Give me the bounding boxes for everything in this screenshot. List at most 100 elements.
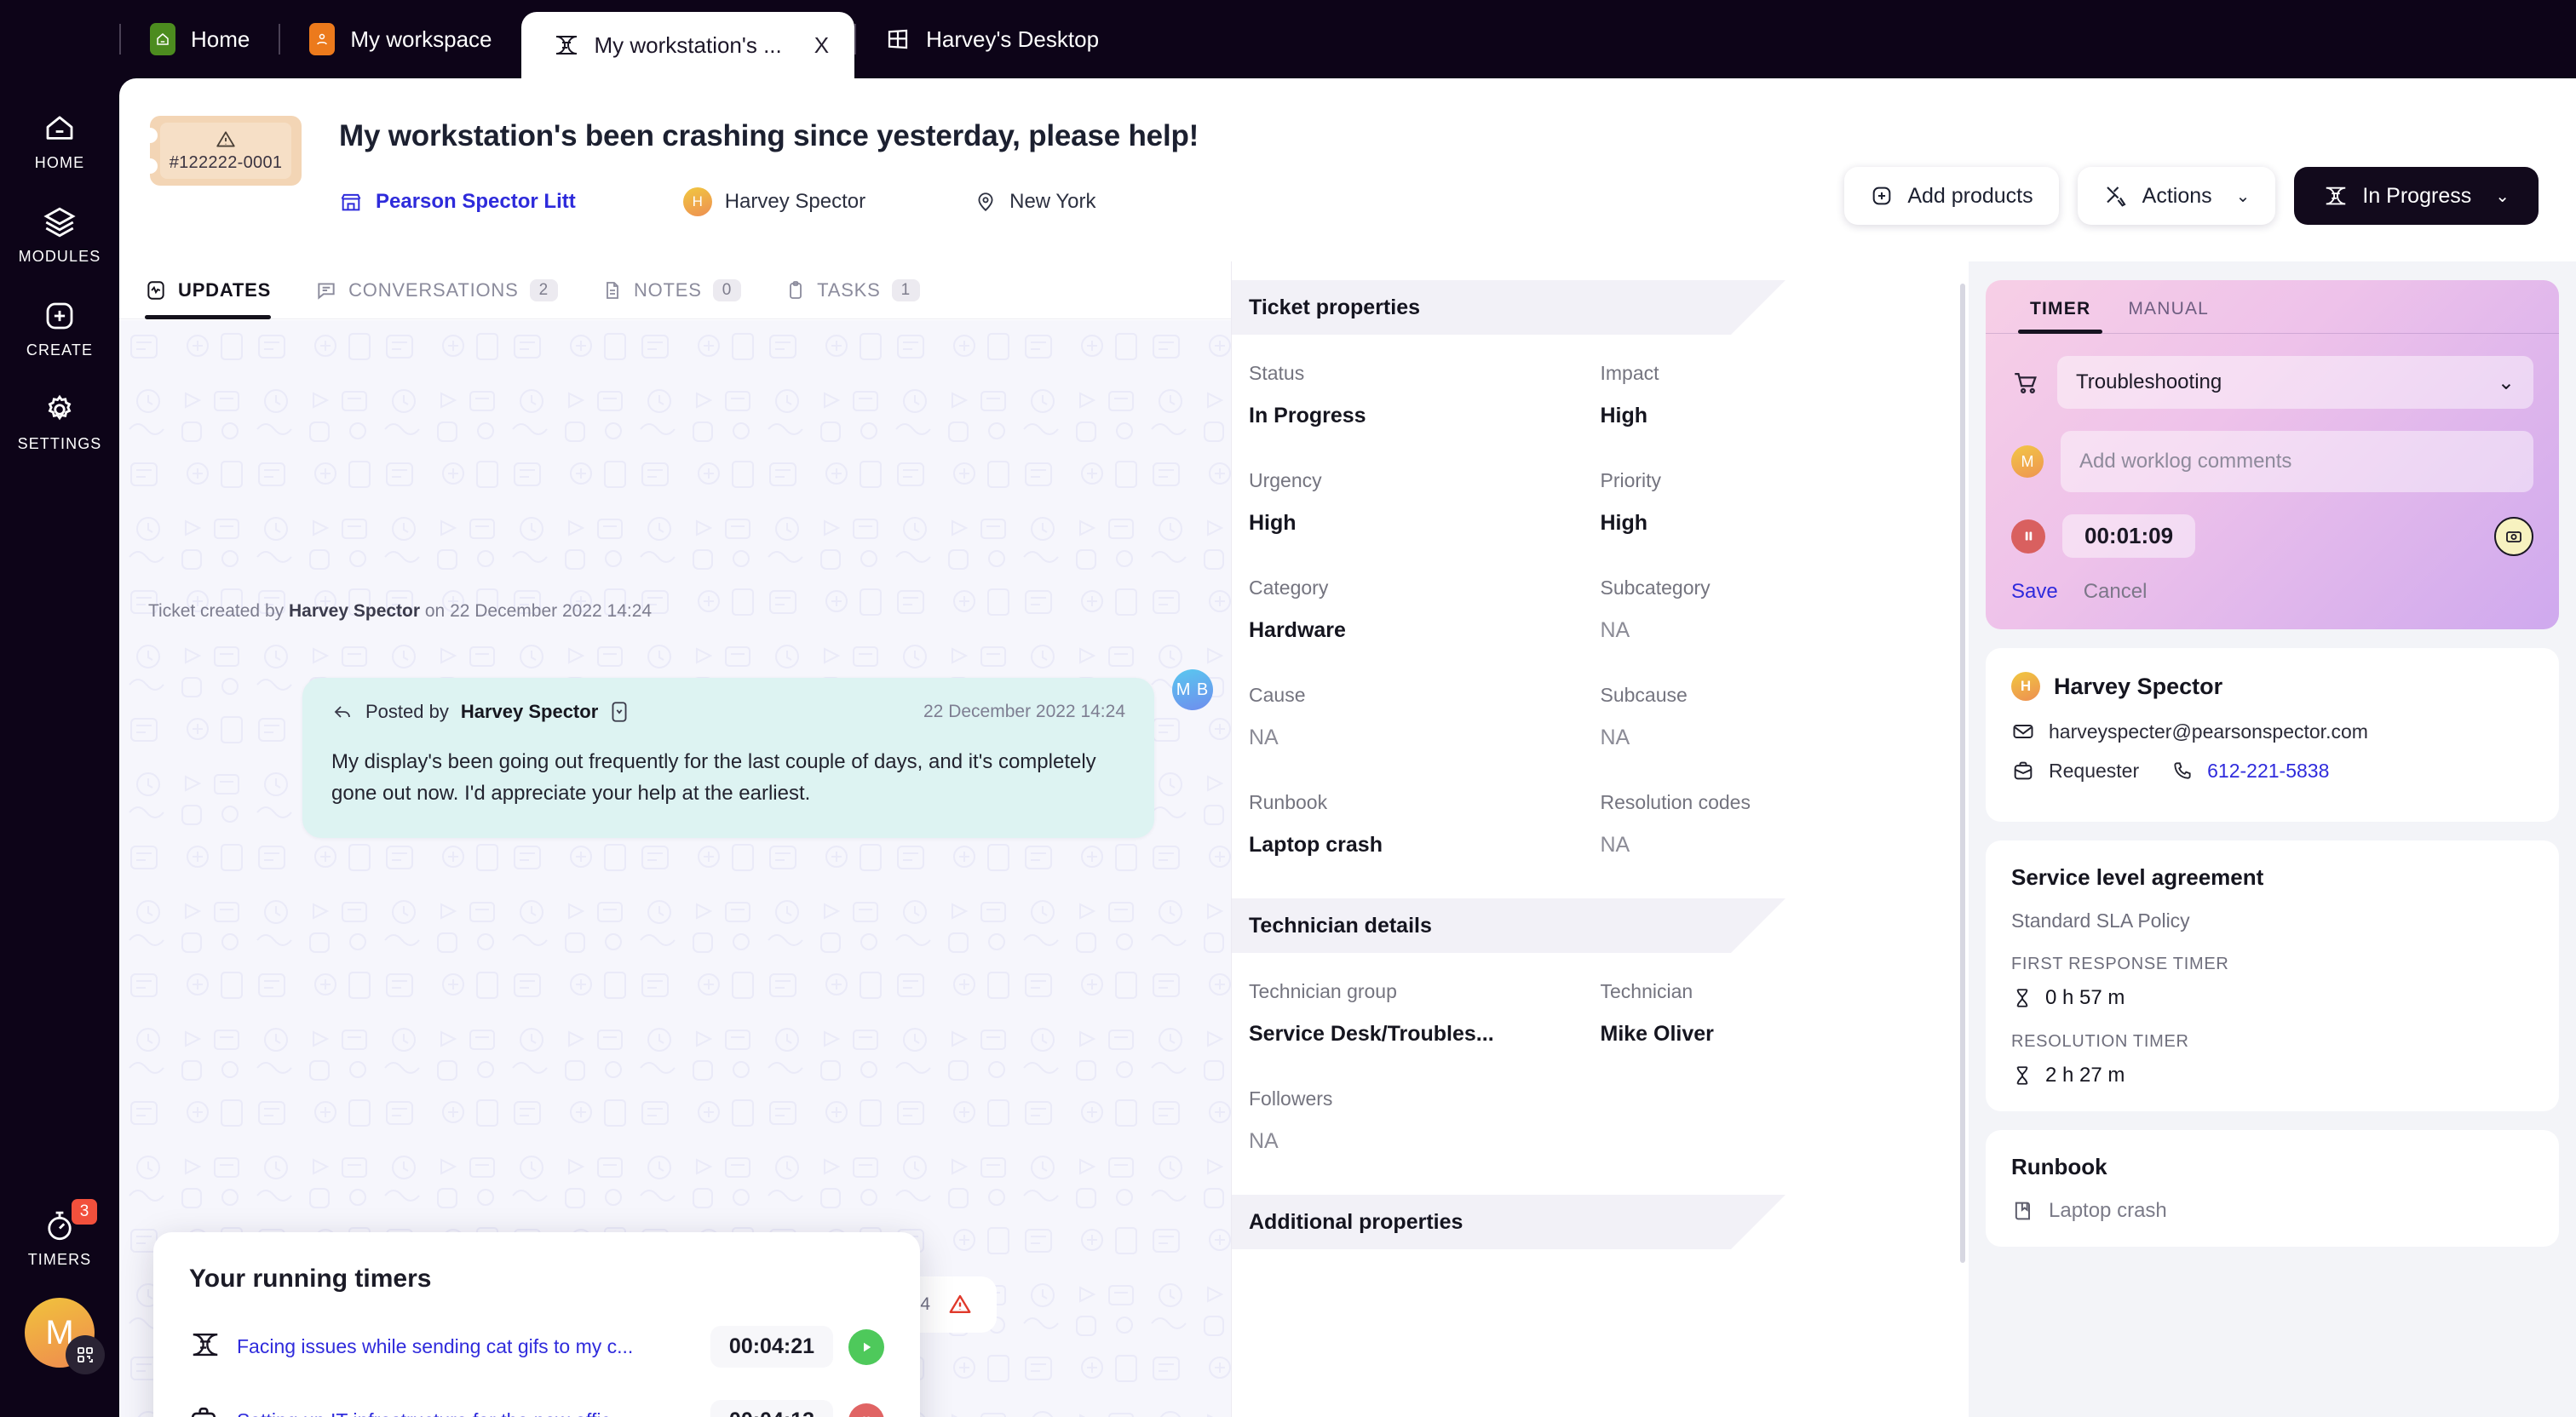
channel-icon[interactable] bbox=[610, 700, 629, 724]
tab-strip: Home My workspace My workstation's ... X… bbox=[119, 0, 1128, 78]
tab-count: 2 bbox=[529, 278, 558, 301]
cancel-button[interactable]: Cancel bbox=[2084, 580, 2148, 604]
timer-row[interactable]: Setting up IT infrastructure for the new… bbox=[189, 1400, 884, 1417]
layers-icon bbox=[43, 207, 76, 238]
sidebar-item-settings[interactable]: SETTINGS bbox=[0, 392, 119, 453]
pause-icon[interactable] bbox=[848, 1403, 884, 1417]
property-label: Urgency bbox=[1249, 469, 1322, 491]
tab-notes[interactable]: NOTES 0 bbox=[580, 261, 763, 319]
browser-tab-my-workspace[interactable]: My workspace bbox=[279, 0, 520, 78]
worklog-avatar: M bbox=[2011, 445, 2044, 478]
browser-tab-bar: Home My workspace My workstation's ... X… bbox=[0, 0, 2576, 78]
sidebar-item-label: MODULES bbox=[18, 248, 101, 265]
worklog-comment-placeholder: Add worklog comments bbox=[2079, 450, 2292, 473]
section-header-additional-properties: Additional properties bbox=[1232, 1195, 1785, 1249]
property-label: Technician group bbox=[1249, 980, 1397, 1002]
gear-icon bbox=[48, 394, 72, 421]
property-value: NA bbox=[1600, 833, 1630, 857]
property-value: Laptop crash bbox=[1249, 833, 1383, 857]
browser-tab-label: My workspace bbox=[350, 26, 492, 52]
property-label: Technician bbox=[1600, 980, 1693, 1002]
property-value: High bbox=[1249, 511, 1297, 535]
requester-name-row: H Harvey Spector bbox=[2011, 672, 2533, 701]
browser-tab-label: Harvey's Desktop bbox=[926, 26, 1100, 52]
property-technician-group: Technician group Service Desk/Troubles..… bbox=[1249, 980, 1601, 1047]
warning-icon bbox=[949, 1294, 971, 1313]
tab-divider bbox=[279, 24, 281, 54]
save-button[interactable]: Save bbox=[2011, 580, 2058, 604]
hourglass-icon bbox=[2016, 1066, 2028, 1085]
tab-manual[interactable]: MANUAL bbox=[2109, 299, 2228, 333]
browser-tab-ticket[interactable]: My workstation's ... X bbox=[520, 12, 855, 78]
contact-chip[interactable]: H Harvey Spector bbox=[682, 187, 866, 216]
property-cause: Cause NA bbox=[1249, 684, 1601, 750]
section-title: Ticket properties bbox=[1249, 295, 1421, 319]
created-author: Harvey Spector bbox=[288, 601, 421, 621]
timer-row[interactable]: Facing issues while sending cat gifs to … bbox=[189, 1326, 884, 1368]
update-post: Posted by Harvey Spector 22 December 202… bbox=[302, 678, 1154, 839]
worklog-timer-card: TIMER MANUAL Troubleshooting ⌄ M Add wor… bbox=[1986, 280, 2559, 629]
property-label: Impact bbox=[1600, 362, 1659, 384]
worklog-comment-input[interactable]: Add worklog comments bbox=[2061, 431, 2533, 492]
property-label: Priority bbox=[1600, 469, 1662, 491]
close-icon[interactable]: X bbox=[814, 34, 829, 56]
property-value: Hardware bbox=[1249, 618, 1346, 642]
plus-square-icon bbox=[1872, 186, 1891, 205]
location-chip: New York bbox=[975, 190, 1096, 214]
runbook-item[interactable]: Laptop crash bbox=[2011, 1199, 2533, 1223]
sidebar-item-home[interactable]: HOME bbox=[0, 111, 119, 172]
requester-phone[interactable]: 612-221-5838 bbox=[2207, 760, 2329, 783]
worklog-category-select[interactable]: Troubleshooting ⌄ bbox=[2057, 356, 2533, 409]
property-row: Urgency High Priority High bbox=[1232, 469, 1969, 536]
browser-tab-label: My workstation's ... bbox=[594, 32, 782, 58]
requester-email[interactable]: harveyspecter@pearsonspector.com bbox=[2049, 720, 2368, 743]
created-suffix: on 22 December 2022 14:24 bbox=[420, 601, 653, 621]
briefcase-icon bbox=[189, 1405, 221, 1417]
camera-icon[interactable] bbox=[2494, 516, 2533, 556]
section-title: Technician details bbox=[1249, 913, 1432, 938]
tab-conversations[interactable]: CONVERSATIONS 2 bbox=[293, 261, 580, 319]
properties-scrollbar[interactable] bbox=[1960, 284, 1965, 1263]
ticket-meta: Pearson Spector Litt H Harvey Spector Ne… bbox=[339, 187, 1096, 216]
tab-label: TASKS bbox=[817, 278, 881, 301]
sidebar-item-create[interactable]: CREATE bbox=[0, 298, 119, 359]
location-name: New York bbox=[1009, 190, 1096, 213]
ticket-icon bbox=[552, 31, 581, 60]
sidebar-item-label: CREATE bbox=[26, 341, 94, 359]
page-title: My workstation's been crashing since yes… bbox=[339, 119, 1199, 152]
contact-name: Harvey Spector bbox=[724, 190, 866, 213]
ticket-body: UPDATES CONVERSATIONS 2 NOTES 0 TASKS 1 … bbox=[119, 261, 2576, 1417]
header-action-buttons: Add products Actions ⌄ In Progress ⌄ bbox=[1844, 167, 2539, 225]
account-link[interactable]: Pearson Spector Litt bbox=[339, 190, 576, 214]
window-grid-icon bbox=[883, 25, 912, 54]
browser-tab-harveys-desktop[interactable]: Harvey's Desktop bbox=[854, 0, 1128, 78]
status-dropdown[interactable]: In Progress ⌄ bbox=[2294, 167, 2539, 225]
sidebar-item-timers[interactable]: 3 TIMERS bbox=[0, 1199, 119, 1269]
tab-tasks[interactable]: TASKS 1 bbox=[763, 261, 942, 319]
requester-role: Requester bbox=[2049, 759, 2140, 782]
chevron-down-icon: ⌄ bbox=[2495, 186, 2510, 206]
actions-button[interactable]: Actions ⌄ bbox=[2077, 167, 2276, 225]
browser-tab-home[interactable]: Home bbox=[119, 0, 279, 78]
qr-code-icon[interactable] bbox=[66, 1335, 105, 1374]
tools-icon bbox=[2106, 186, 2126, 207]
add-products-button[interactable]: Add products bbox=[1844, 167, 2059, 225]
play-icon[interactable] bbox=[848, 1328, 884, 1365]
property-status: Status In Progress bbox=[1249, 362, 1601, 428]
property-label: Followers bbox=[1249, 1087, 1333, 1110]
map-pin-icon bbox=[978, 192, 993, 211]
timer-ticket-name[interactable]: Facing issues while sending cat gifs to … bbox=[237, 1335, 710, 1358]
timer-ticket-name[interactable]: Setting up IT infrastructure for the new… bbox=[237, 1409, 710, 1417]
sidebar-item-modules[interactable]: MODULES bbox=[0, 204, 119, 266]
phone-icon bbox=[2174, 762, 2191, 779]
worklog-elapsed: 00:01:09 bbox=[2062, 514, 2196, 558]
tab-updates[interactable]: UPDATES bbox=[145, 261, 293, 319]
requester-avatar: H bbox=[2011, 672, 2040, 701]
pause-icon[interactable] bbox=[2011, 519, 2045, 554]
ticket-icon bbox=[189, 1331, 221, 1363]
post-date: 22 December 2022 14:24 bbox=[923, 702, 1125, 721]
avatar[interactable]: M bbox=[25, 1298, 105, 1374]
tab-divider bbox=[119, 24, 121, 54]
post-body: My display's been going out frequently f… bbox=[331, 750, 1096, 806]
tab-timer[interactable]: TIMER bbox=[2011, 299, 2109, 334]
